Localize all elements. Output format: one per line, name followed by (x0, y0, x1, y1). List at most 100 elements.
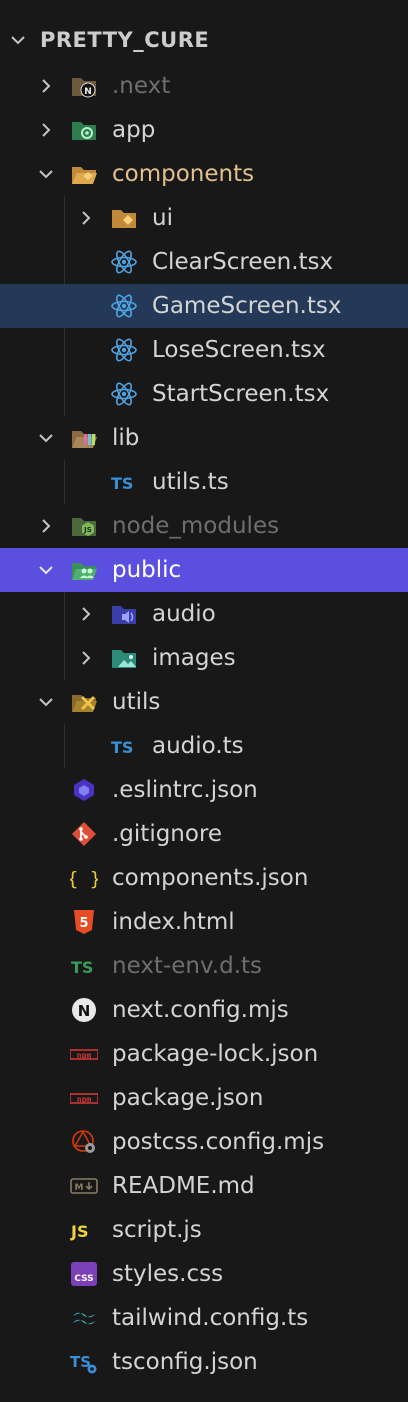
tree-item-label: postcss.config.mjs (112, 1129, 325, 1155)
tree-item-app-folder[interactable]: app (0, 108, 408, 152)
markdown-icon: M (70, 1173, 98, 1199)
tree-item-eslintrc-file[interactable]: .eslintrc.json (0, 768, 408, 812)
tree-item-label: node_modules (112, 513, 280, 539)
svg-text:M: M (75, 1183, 84, 1193)
css-icon: CSS (70, 1261, 98, 1287)
tree-item-label: lib (112, 425, 140, 451)
svg-text:TS: TS (111, 474, 133, 493)
svg-text:TS: TS (71, 958, 93, 977)
root-folder-header[interactable]: PRETTY_CURE (0, 18, 408, 62)
javascript-icon: JS (70, 1217, 98, 1243)
tree-item-index-html-file[interactable]: 5 index.html (0, 900, 408, 944)
tree-item-components-json-file[interactable]: { } components.json (0, 856, 408, 900)
tree-item-startscreen-file[interactable]: StartScreen.tsx (0, 372, 408, 416)
chevron-right-icon (77, 649, 95, 667)
tree-item-label: utils.ts (152, 469, 229, 495)
tree-item-ui-folder[interactable]: ui (0, 196, 408, 240)
tree-item-label: index.html (112, 909, 235, 935)
tree-item-label: .next (112, 73, 171, 99)
tree-item-label: README.md (112, 1173, 255, 1199)
chevron-down-icon (37, 561, 55, 579)
tree-item-label: utils (112, 689, 161, 715)
svg-text:JS: JS (83, 526, 92, 534)
eslint-icon (70, 777, 98, 803)
tree-item-next-config-file[interactable]: N next.config.mjs (0, 988, 408, 1032)
html5-icon: 5 (70, 909, 98, 935)
tree-item-label: .gitignore (112, 821, 223, 847)
tree-item-label: styles.css (112, 1261, 224, 1287)
tree-item-utils-ts-file[interactable]: TS utils.ts (0, 460, 408, 504)
tree-item-next-env-file[interactable]: TS next-env.d.ts (0, 944, 408, 988)
utils-folder-open-icon (70, 689, 98, 715)
tree-item-public-folder[interactable]: public (0, 548, 408, 592)
nextjs-folder-icon: N (70, 73, 98, 99)
json-braces-icon: { } (70, 865, 98, 891)
components-folder-open-icon (70, 161, 98, 187)
typescript-icon: TS (110, 469, 138, 495)
tree-item-label: next-env.d.ts (112, 953, 263, 979)
tree-item-gamescreen-file[interactable]: GameScreen.tsx (0, 284, 408, 328)
tree-item-label: app (112, 117, 156, 143)
images-folder-icon (110, 645, 138, 671)
tailwind-icon (70, 1305, 98, 1331)
nodejs-folder-icon: JS (70, 513, 98, 539)
svg-text:npm: npm (77, 1051, 92, 1060)
react-icon (110, 249, 138, 275)
tree-item-losescreen-file[interactable]: LoseScreen.tsx (0, 328, 408, 372)
app-folder-icon (70, 117, 98, 143)
tree-item-tsconfig-file[interactable]: TS tsconfig.json (0, 1340, 408, 1384)
chevron-down-icon (9, 31, 27, 49)
tree-item-clearscreen-file[interactable]: ClearScreen.tsx (0, 240, 408, 284)
tree-item-tailwind-config-file[interactable]: tailwind.config.ts (0, 1296, 408, 1340)
chevron-right-icon (37, 121, 55, 139)
svg-text:5: 5 (79, 916, 88, 931)
tree-item-label: StartScreen.tsx (152, 381, 330, 407)
tree-item-label: next.config.mjs (112, 997, 289, 1023)
nextjs-icon: N (70, 997, 98, 1023)
lib-folder-open-icon (70, 425, 98, 451)
tree-item-images-folder[interactable]: images (0, 636, 408, 680)
tree-item-audio-folder[interactable]: audio (0, 592, 408, 636)
react-icon (110, 381, 138, 407)
tree-item-audio-ts-file[interactable]: TS audio.ts (0, 724, 408, 768)
root-folder-title: PRETTY_CURE (40, 28, 210, 52)
tree-item-lib-folder[interactable]: lib (0, 416, 408, 460)
tree-item-label: package-lock.json (112, 1041, 319, 1067)
svg-text:npm: npm (77, 1095, 92, 1104)
tree-item-readme-file[interactable]: M README.md (0, 1164, 408, 1208)
tree-item-label: ui (152, 205, 173, 231)
file-explorer: PRETTY_CURE N .next app components ui Cl… (0, 0, 408, 1402)
tree-item-node-modules-folder[interactable]: JS node_modules (0, 504, 408, 548)
typescript-icon: TS (110, 733, 138, 759)
git-icon (70, 821, 98, 847)
tree-item-label: ClearScreen.tsx (152, 249, 334, 275)
tree-item-next-folder[interactable]: N .next (0, 64, 408, 108)
postcss-icon (70, 1129, 98, 1155)
tree-item-package-lock-file[interactable]: npm package-lock.json (0, 1032, 408, 1076)
tree-item-label: audio.ts (152, 733, 244, 759)
tree-item-label: components (112, 161, 255, 187)
react-icon (110, 337, 138, 363)
chevron-right-icon (37, 77, 55, 95)
tree-item-gitignore-file[interactable]: .gitignore (0, 812, 408, 856)
tree-item-label: package.json (112, 1085, 264, 1111)
tree-item-label: components.json (112, 865, 309, 891)
chevron-right-icon (77, 209, 95, 227)
tree-item-package-json-file[interactable]: npm package.json (0, 1076, 408, 1120)
tree-item-styles-css-file[interactable]: CSS styles.css (0, 1252, 408, 1296)
chevron-right-icon (77, 605, 95, 623)
tree-item-utils-folder[interactable]: utils (0, 680, 408, 724)
tree-item-label: LoseScreen.tsx (152, 337, 326, 363)
tree-item-postcss-config-file[interactable]: postcss.config.mjs (0, 1120, 408, 1164)
tsconfig-icon: TS (70, 1349, 98, 1375)
chevron-down-icon (37, 165, 55, 183)
npm-icon: npm (70, 1041, 98, 1067)
react-icon (110, 293, 138, 319)
tree-item-label: script.js (112, 1217, 202, 1243)
svg-text:{ }: { } (70, 868, 98, 890)
tree-item-label: images (152, 645, 236, 671)
components-folder-icon (110, 205, 138, 231)
tree-item-script-js-file[interactable]: JS script.js (0, 1208, 408, 1252)
typescript-icon: TS (70, 953, 98, 979)
tree-item-components-folder[interactable]: components (0, 152, 408, 196)
